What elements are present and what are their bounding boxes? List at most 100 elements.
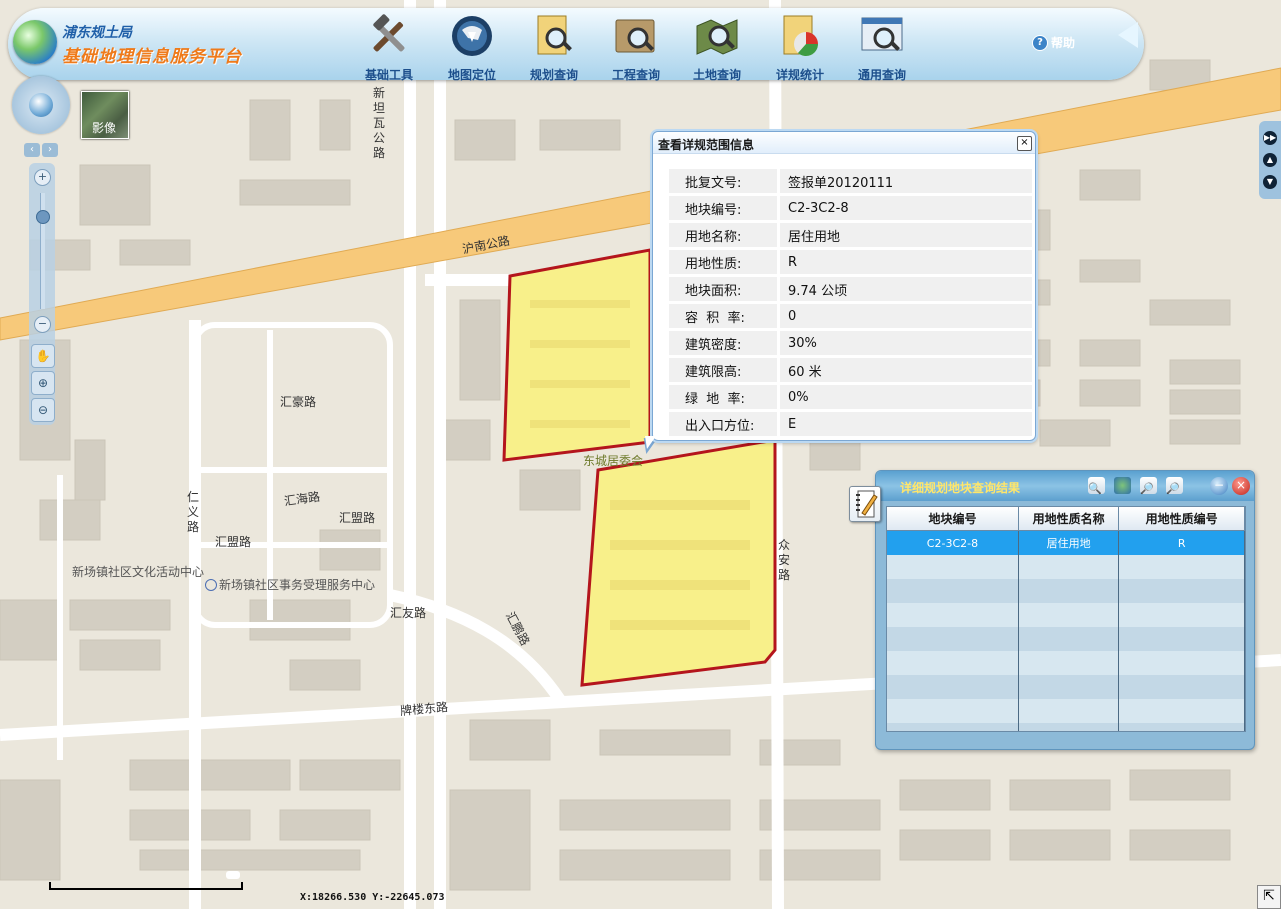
empty-cell — [1018, 723, 1120, 731]
road-label-huihao: 汇豪路 — [280, 395, 317, 409]
fast-forward-icon[interactable]: ▶▶ — [1263, 131, 1277, 145]
info-value: R — [777, 250, 1032, 274]
road-label-zhongan: 众安路 — [777, 538, 790, 582]
minimize-button[interactable]: − — [1210, 477, 1228, 495]
tools-icon — [365, 12, 413, 60]
arrow-down-icon[interactable]: ▼ — [1263, 175, 1277, 189]
column-header[interactable]: 用地性质编号 — [1118, 507, 1245, 531]
tool-plan-query[interactable]: 规划查询 — [519, 12, 589, 83]
zoom-out-button[interactable]: − — [34, 316, 51, 333]
tool-general-query-label: 通用查询 — [857, 68, 906, 82]
help-button[interactable]: ? 帮助 — [1032, 34, 1075, 51]
info-row: 地块编号: C2-3C2-8 — [669, 196, 1032, 220]
zoom-in-tool[interactable]: ⊕ — [31, 371, 55, 395]
imagery-toggle[interactable]: 影像 — [81, 91, 129, 139]
column-header[interactable]: 用地性质名称 — [1018, 507, 1120, 531]
notebook-icon — [849, 486, 881, 522]
tool-land-query-label: 土地查询 — [692, 68, 741, 82]
info-key: 出入口方位: — [669, 412, 777, 436]
document-search-icon: 🔎 — [1140, 482, 1154, 495]
previous-extent-button[interactable]: ‹ — [24, 143, 40, 157]
empty-cell — [887, 603, 1019, 627]
empty-cell — [1118, 651, 1245, 675]
empty-cell — [1118, 627, 1245, 651]
zoom-slider-thumb[interactable] — [36, 210, 50, 224]
close-button[interactable]: × — [1232, 477, 1250, 495]
info-row: 绿 地 率: 0% — [669, 385, 1032, 409]
globe-result-button[interactable] — [1114, 477, 1131, 494]
scale-bar — [49, 882, 243, 890]
table-cell: 居住用地 — [1018, 530, 1120, 555]
tool-basic-tools-label: 基础工具 — [364, 68, 413, 82]
empty-cell — [1118, 555, 1245, 579]
tool-statistics[interactable]: 详规统计 — [765, 12, 835, 83]
poi-service-center: 新场镇社区事务受理服务中心 — [205, 576, 375, 593]
results-title: 详细规划地块查询结果 — [900, 481, 1021, 495]
empty-cell — [1118, 723, 1245, 731]
info-key: 容 积 率: — [669, 304, 777, 328]
planning-parcel-north[interactable] — [502, 248, 652, 462]
logo-globe-icon — [13, 20, 57, 64]
platform-name: 基础地理信息服务平台 — [62, 47, 242, 67]
tool-general-query[interactable]: 通用查询 — [847, 12, 917, 83]
road-label-renyi: 仁义路 — [186, 490, 199, 534]
empty-row — [887, 627, 1245, 651]
info-key: 地块面积: — [669, 277, 777, 301]
empty-cell — [1118, 699, 1245, 723]
info-key: 建筑限高: — [669, 358, 777, 382]
table-cell: C2-3C2-8 — [887, 530, 1019, 555]
poi-culture-center: 新场镇社区文化活动中心 — [72, 565, 205, 579]
zoom-in-button[interactable]: + — [34, 169, 51, 186]
tool-project-query[interactable]: 工程查询 — [601, 12, 671, 83]
land-query-icon — [693, 12, 741, 60]
zoom-out-icon: ⊖ — [37, 403, 49, 417]
info-row: 建筑限高: 60 米 — [669, 358, 1032, 382]
empty-row — [887, 555, 1245, 579]
project-query-icon — [612, 12, 660, 60]
tool-map-locate[interactable]: 地图定位 — [437, 12, 507, 83]
plan-query-icon — [530, 12, 578, 60]
tool-land-query[interactable]: 土地查询 — [682, 12, 752, 83]
info-key: 批复文号: — [669, 169, 777, 193]
export-result-button[interactable]: 🔎 — [1140, 477, 1157, 495]
info-key: 地块编号: — [669, 196, 777, 220]
tool-basic-tools[interactable]: 基础工具 — [354, 12, 424, 83]
info-value: E — [777, 412, 1032, 436]
empty-cell — [1118, 675, 1245, 699]
tool-statistics-label: 详规统计 — [775, 68, 824, 82]
info-key: 绿 地 率: — [669, 385, 777, 409]
pan-control[interactable] — [12, 76, 70, 134]
next-extent-button[interactable]: › — [42, 143, 58, 157]
empty-cell — [1018, 627, 1120, 651]
road-label-huimeng-east: 汇盟路 — [339, 511, 376, 525]
info-value: 60 米 — [777, 358, 1032, 382]
info-row: 用地名称: 居住用地 — [669, 223, 1032, 247]
popup-close-button[interactable]: × — [1017, 136, 1032, 151]
pan-hand-tool[interactable]: ✋ — [31, 344, 55, 368]
empty-cell — [1018, 603, 1120, 627]
planning-parcel-selected[interactable] — [580, 438, 777, 687]
minimize-icon: − — [1213, 478, 1225, 492]
info-row: 出入口方位: E — [669, 412, 1032, 436]
help-label: 帮助 — [1051, 36, 1076, 50]
empty-cell — [1018, 579, 1120, 603]
empty-cell — [1118, 603, 1245, 627]
print-result-button[interactable]: 🔎 — [1166, 477, 1183, 495]
parcel-info-table: 批复文号: 签报单20120111 地块编号: C2-3C2-8 用地名称: 居住用地 用地… — [669, 166, 1032, 439]
road-label-huiyou: 汇友路 — [390, 606, 427, 620]
empty-cell — [887, 555, 1019, 579]
table-cell: R — [1118, 530, 1245, 555]
info-key: 用地名称: — [669, 223, 777, 247]
empty-cell — [1018, 651, 1120, 675]
expand-corner-icon[interactable]: ⇱ — [1257, 885, 1281, 909]
table-row[interactable]: C2-3C2-8 居住用地 R — [887, 530, 1245, 555]
zoom-out-tool[interactable]: ⊖ — [31, 398, 55, 422]
locate-result-button[interactable]: 🔍 — [1088, 477, 1105, 495]
column-header[interactable]: 地块编号 — [887, 507, 1019, 531]
empty-row — [887, 579, 1245, 603]
empty-cell — [887, 579, 1019, 603]
tool-project-query-label: 工程查询 — [611, 68, 660, 82]
close-icon: × — [1235, 478, 1247, 492]
collapse-banner-arrow-icon[interactable] — [1118, 22, 1138, 48]
arrow-up-icon[interactable]: ▲ — [1263, 153, 1277, 167]
